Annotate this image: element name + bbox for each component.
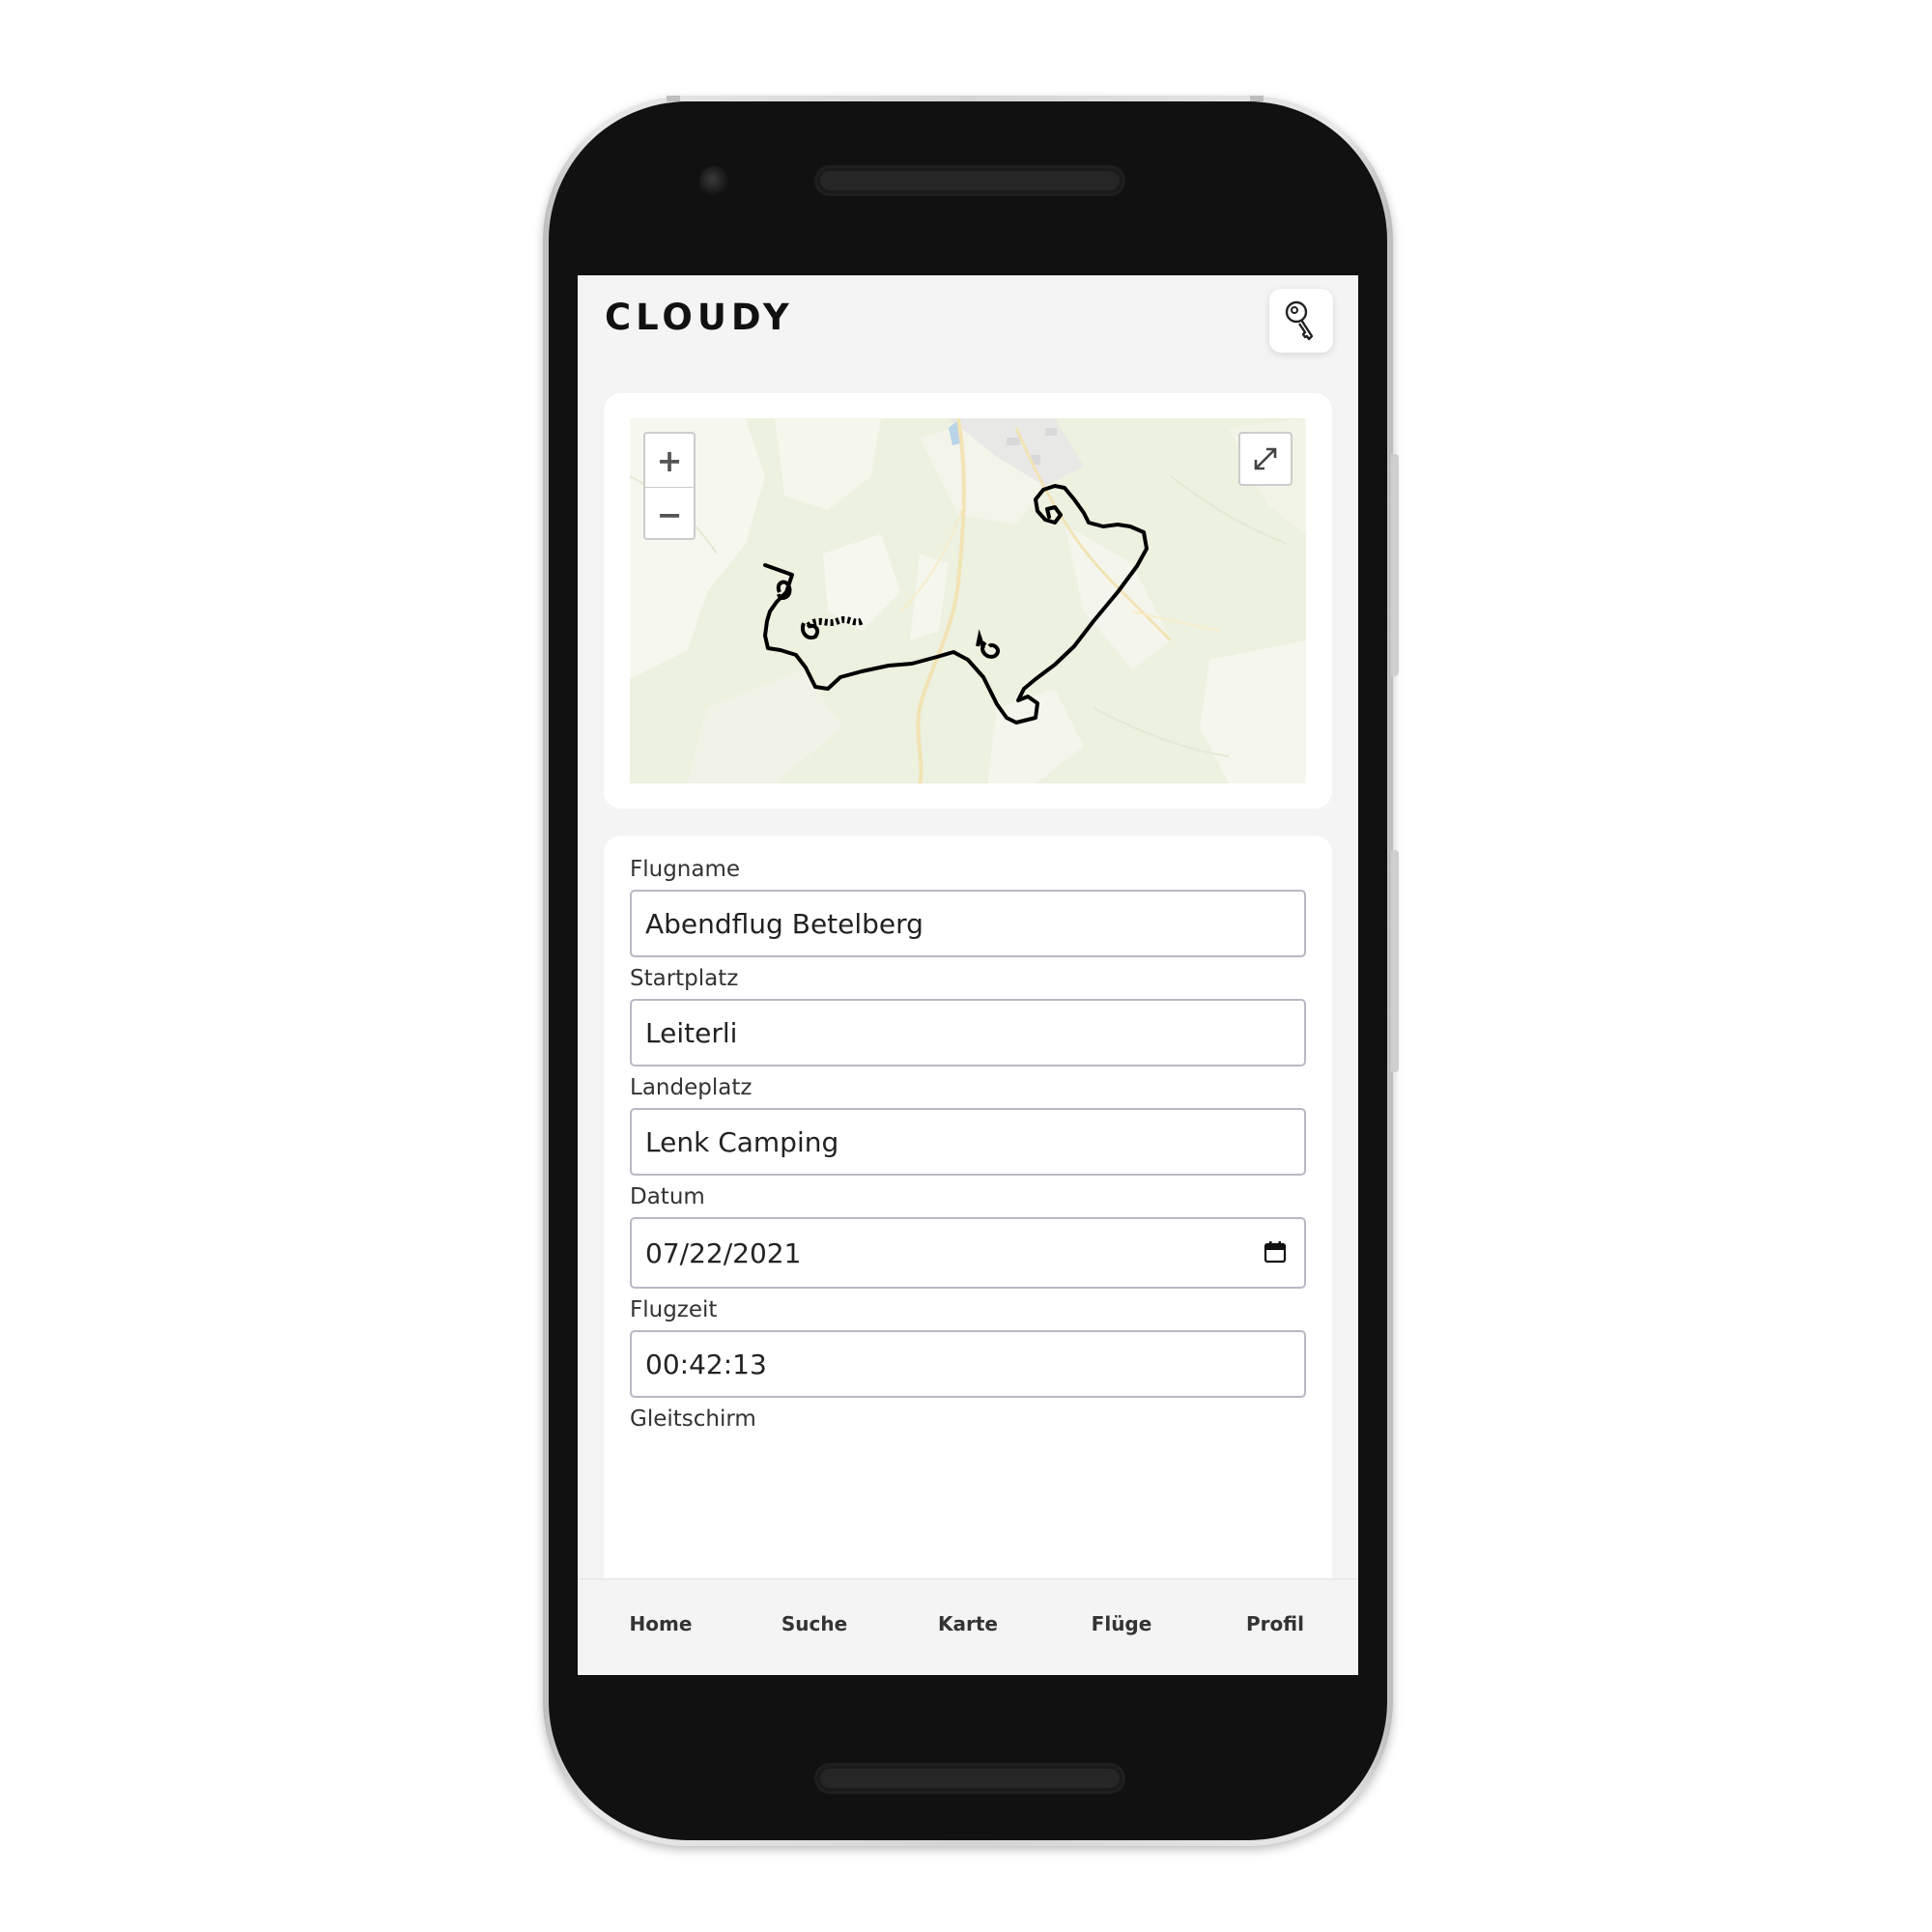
landeplatz-label: Landeplatz: [630, 1075, 753, 1100]
datum-label: Datum: [630, 1184, 705, 1209]
front-camera: [699, 166, 728, 195]
gleitschirm-label: Gleitschirm: [630, 1406, 756, 1432]
flight-form: Flugname Startplatz Landeplatz Datum Flu…: [604, 836, 1332, 1675]
phone-top-cap-left: [667, 96, 680, 101]
landeplatz-input[interactable]: [630, 1108, 1306, 1176]
app-screen: CLOUDY + − Flugname Abendflug Betelberg …: [578, 275, 1358, 1675]
nav-item-karte[interactable]: Karte: [891, 1612, 1045, 1635]
flugzeit-input[interactable]: [630, 1330, 1306, 1398]
startplatz-input[interactable]: [630, 999, 1306, 1066]
app-header: CLOUDY: [578, 275, 1358, 372]
fullscreen-button[interactable]: [1238, 432, 1293, 486]
datum-input[interactable]: [630, 1217, 1306, 1289]
flugzeit-label: Flugzeit: [630, 1297, 718, 1322]
phone-power-button: [1391, 850, 1399, 1072]
map-background: [630, 418, 1306, 783]
zoom-control: + −: [643, 432, 696, 540]
plus-icon: +: [656, 441, 683, 479]
zoom-out-button[interactable]: −: [645, 488, 694, 541]
calendar-icon[interactable]: [1264, 1240, 1287, 1264]
key-icon: [1285, 300, 1314, 341]
expand-icon: [1254, 447, 1277, 470]
nav-item-suche[interactable]: Suche: [737, 1612, 892, 1635]
minus-icon: −: [656, 496, 683, 533]
app-logo: CLOUDY: [605, 297, 794, 338]
map-card: + −: [604, 393, 1332, 809]
zoom-in-button[interactable]: +: [645, 434, 694, 488]
bottom-speaker: [817, 1766, 1122, 1791]
nav-item-home[interactable]: Home: [583, 1612, 738, 1635]
top-speaker: [817, 168, 1122, 193]
nav-item-fluege[interactable]: Flüge: [1044, 1612, 1199, 1635]
flight-map[interactable]: + −: [630, 418, 1306, 783]
flugname-input[interactable]: [630, 890, 1306, 957]
startplatz-label: Startplatz: [630, 966, 739, 991]
datum-field: [630, 1217, 1306, 1289]
bottom-nav: Home Suche Karte Flüge Profil: [578, 1578, 1358, 1675]
phone-volume-button: [1391, 454, 1399, 676]
nav-item-profil[interactable]: Profil: [1198, 1612, 1352, 1635]
key-button[interactable]: [1269, 289, 1333, 353]
flugname-label: Flugname: [630, 857, 741, 882]
